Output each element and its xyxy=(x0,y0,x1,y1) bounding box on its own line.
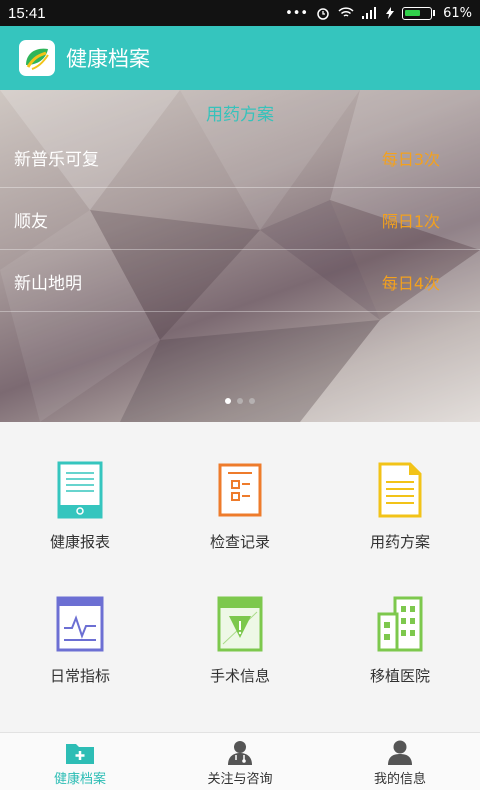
medication-row[interactable]: 新普乐可复 每日3次 xyxy=(0,128,480,188)
bottom-tab-bar: 健康档案 关注与咨询 我的信息 xyxy=(0,732,480,790)
battery-icon xyxy=(402,6,433,20)
medication-row[interactable]: 新山地明 每日4次 xyxy=(0,252,480,312)
report-icon xyxy=(57,461,103,518)
doctor-icon xyxy=(228,741,252,765)
tab-follow-consult[interactable]: 关注与咨询 xyxy=(160,733,320,790)
notification-dots: ••• xyxy=(285,5,309,21)
tab-label: 关注与咨询 xyxy=(207,772,273,787)
page-dot[interactable] xyxy=(249,398,255,404)
alarm-icon xyxy=(317,8,329,20)
monitor-icon xyxy=(56,596,104,651)
medication-frequency: 每日4次 xyxy=(381,273,440,293)
medication-name: 新普乐可复 xyxy=(14,150,99,170)
page-dot-active[interactable] xyxy=(225,398,231,404)
battery-percent: 61% xyxy=(443,5,472,21)
tab-label: 健康档案 xyxy=(53,772,106,787)
menu-transplant-hospital[interactable]: 移植医院 xyxy=(320,556,480,686)
medication-row[interactable]: 顺友 隔日1次 xyxy=(0,190,480,250)
menu-label: 健康报表 xyxy=(49,533,110,551)
menu-medication-plan[interactable]: 用药方案 xyxy=(320,422,480,552)
user-icon xyxy=(388,740,412,765)
status-icons: ••• 61% xyxy=(285,6,472,21)
menu-label: 检查记录 xyxy=(209,533,270,551)
carousel-title: 用药方案 xyxy=(206,105,274,125)
menu-label: 手术信息 xyxy=(209,667,270,685)
medication-frequency: 每日3次 xyxy=(381,149,440,169)
hospital-icon xyxy=(377,596,423,651)
menu-daily-indicators[interactable]: 日常指标 xyxy=(0,556,160,686)
medication-frequency: 隔日1次 xyxy=(381,211,440,231)
surgery-icon xyxy=(217,596,263,651)
medication-name: 顺友 xyxy=(14,212,48,232)
medication-name: 新山地明 xyxy=(14,274,82,294)
status-time: 15:41 xyxy=(8,4,46,22)
menu-label: 日常指标 xyxy=(49,667,110,685)
page-title: 健康档案 xyxy=(66,48,150,71)
menu-grid: 健康报表 检查记录 用药方案 日常指标 手术信息 移植医院 xyxy=(0,422,480,732)
app-logo xyxy=(19,40,55,76)
charging-icon xyxy=(386,7,395,19)
page-dot[interactable] xyxy=(237,398,243,404)
tab-health-records[interactable]: 健康档案 xyxy=(0,733,160,790)
document-icon xyxy=(378,462,422,517)
page-indicator[interactable] xyxy=(0,398,480,404)
signal-icon xyxy=(362,7,377,19)
checklist-icon xyxy=(218,463,262,516)
tab-label: 我的信息 xyxy=(373,772,426,787)
menu-health-report[interactable]: 健康报表 xyxy=(0,422,160,552)
folder-plus-icon xyxy=(66,744,94,764)
tab-my-info[interactable]: 我的信息 xyxy=(320,733,480,790)
leaf-logo-icon xyxy=(26,48,49,70)
menu-label: 移植医院 xyxy=(369,667,430,685)
medication-carousel[interactable]: 用药方案 新普乐可复 每日3次 顺友 隔日1次 新山地明 每日4次 xyxy=(0,90,480,422)
menu-surgery-info[interactable]: 手术信息 xyxy=(160,556,320,686)
status-bar: 15:41 ••• 61% xyxy=(0,0,480,26)
menu-check-records[interactable]: 检查记录 xyxy=(160,422,320,552)
app-header: 健康档案 xyxy=(0,26,480,90)
wifi-icon xyxy=(338,7,354,17)
menu-label: 用药方案 xyxy=(369,533,430,551)
